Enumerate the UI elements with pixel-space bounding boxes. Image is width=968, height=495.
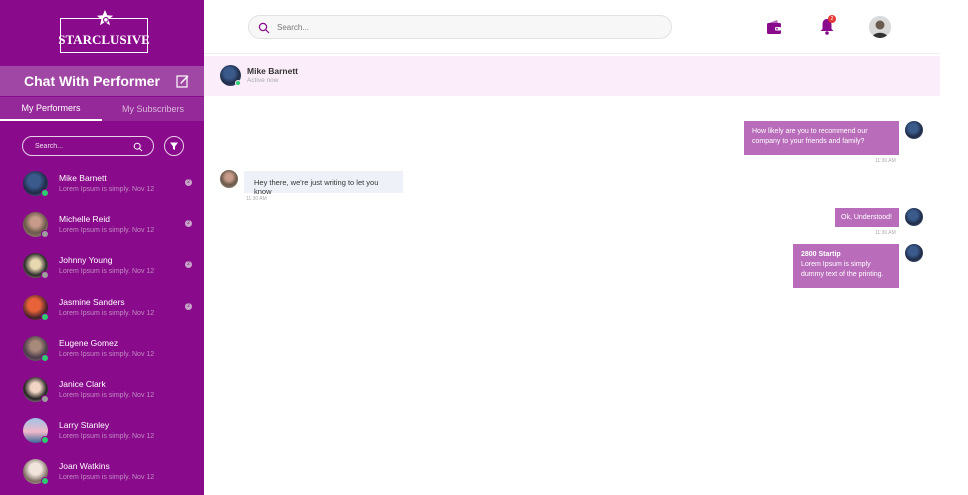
contact-name: Jasmine Sanders <box>59 296 125 307</box>
message-line: Lorem Ipsum is simply <box>801 261 871 268</box>
sidebar-search-row <box>22 136 184 156</box>
message-line: How likely are you to recommend our <box>752 128 868 135</box>
notification-badge: 2 <box>828 15 836 23</box>
contact-preview: Lorem Ipsum is simply. Nov 12 <box>59 433 155 441</box>
avatar <box>905 121 923 139</box>
contact-preview: Lorem Ipsum is simply. Nov 12 <box>59 186 155 193</box>
contact-list: Mike Barnett Lorem Ipsum is simply. Nov … <box>0 163 204 493</box>
contact-name: Janice Clark <box>59 378 106 389</box>
contact-item[interactable]: Eugene Gomez Lorem Ipsum is simply. Nov … <box>0 328 204 369</box>
top-bar: 2 <box>204 0 940 54</box>
contact-item[interactable]: Jasmine Sanders Lorem Ipsum is simply. N… <box>0 287 204 328</box>
contact-preview: Lorem Ipsum is simply. Nov 12 <box>59 474 155 482</box>
avatar <box>905 244 923 262</box>
brand-logo[interactable]: STARCLUSIVE <box>58 9 150 53</box>
offline-status-dot <box>41 271 49 280</box>
contact-item[interactable]: Mike Barnett Lorem Ipsum is simply. Nov … <box>0 163 204 204</box>
avatar <box>220 170 238 188</box>
conversation-status: Active now <box>247 77 279 84</box>
contact-preview: Lorem Ipsum is simply. Nov 12 <box>59 268 155 276</box>
contact-preview: Lorem Ipsum is simply. Nov 12 <box>59 227 155 235</box>
top-search <box>248 15 672 39</box>
chat-header-title: Chat With Performer <box>24 73 161 89</box>
message-title: 2800 Startip <box>801 251 841 258</box>
conversation-name: Mike Barnett <box>247 66 299 76</box>
brand-name: STARCLUSIVE <box>58 32 150 47</box>
online-status-dot <box>41 312 49 321</box>
unread-badge: 2 <box>185 220 192 228</box>
outgoing-message: 2800 Startip Lorem Ipsum is simply dummy… <box>793 244 899 288</box>
filter-icon <box>170 142 178 150</box>
contact-name: Joan Watkins <box>59 461 110 472</box>
contact-name: Eugene Gomez <box>59 337 119 348</box>
contact-preview: Lorem Ipsum is simply. Nov 12 <box>59 309 155 317</box>
avatar <box>905 208 923 226</box>
message-time: 11:30 AM <box>246 196 267 202</box>
contact-item[interactable]: Johnny Young Lorem Ipsum is simply. Nov … <box>0 245 204 286</box>
contact-item[interactable]: Janice Clark Lorem Ipsum is simply. Nov … <box>0 369 204 410</box>
sidebar-search <box>22 136 154 156</box>
contact-item[interactable]: Joan Watkins Lorem Ipsum is simply. Nov … <box>0 451 204 492</box>
conversation-header: Mike Barnett Active now <box>204 56 940 96</box>
contact-preview: Lorem Ipsum is simply. Nov 12 <box>59 350 155 358</box>
user-avatar[interactable] <box>869 16 891 38</box>
contact-name: Larry Stanley <box>59 420 110 431</box>
contact-name: Michelle Reid <box>59 214 111 225</box>
app: STARCLUSIVE Chat With Performer My Perfo… <box>0 0 968 495</box>
contact-preview: Lorem Ipsum is simply. Nov 12 <box>59 391 155 399</box>
compose-icon[interactable] <box>176 74 190 88</box>
outgoing-message: How likely are you to recommend our comp… <box>744 121 899 155</box>
online-status-dot <box>41 477 49 486</box>
message-line: dummy text of the printing. <box>801 271 884 278</box>
contact-name: Mike Barnett <box>59 173 107 183</box>
tab-my-performers[interactable]: My Performers <box>0 97 102 121</box>
unread-badge: 2 <box>185 302 192 310</box>
message-time: 11:30 AM <box>875 230 896 236</box>
offline-status-dot <box>41 230 49 239</box>
filter-button[interactable] <box>164 136 184 156</box>
message-time: 11:30 AM <box>875 158 896 164</box>
search-icon[interactable] <box>133 142 143 152</box>
user-avatar-icon <box>869 16 891 38</box>
sidebar-tabs: My Performers My Subscribers <box>0 97 204 121</box>
outgoing-message: Ok, Understood! <box>835 208 899 227</box>
wallet-icon[interactable] <box>766 19 782 35</box>
online-status-dot <box>41 436 49 445</box>
tab-my-subscribers[interactable]: My Subscribers <box>102 97 204 121</box>
top-search-input[interactable] <box>277 22 657 32</box>
contact-item[interactable]: Michelle Reid Lorem Ipsum is simply. Nov… <box>0 204 204 245</box>
unread-badge: 2 <box>185 179 192 186</box>
sidebar: STARCLUSIVE Chat With Performer My Perfo… <box>0 0 204 495</box>
contact-item[interactable]: Larry Stanley Lorem Ipsum is simply. Nov… <box>0 410 204 451</box>
online-status-dot <box>41 189 49 197</box>
online-status-dot <box>41 353 49 362</box>
offline-status-dot <box>41 394 49 403</box>
message-line: company to your friends and family? <box>752 138 865 145</box>
chat-header: Chat With Performer <box>0 66 204 96</box>
online-status-dot <box>235 80 241 86</box>
incoming-message: Hey there, we're just writing to let you… <box>244 171 403 196</box>
contact-name: Johnny Young <box>59 255 113 266</box>
star-logo-icon <box>96 9 114 26</box>
unread-badge: 2 <box>185 261 192 269</box>
sidebar-search-input[interactable] <box>35 142 125 150</box>
search-icon[interactable] <box>258 22 270 34</box>
